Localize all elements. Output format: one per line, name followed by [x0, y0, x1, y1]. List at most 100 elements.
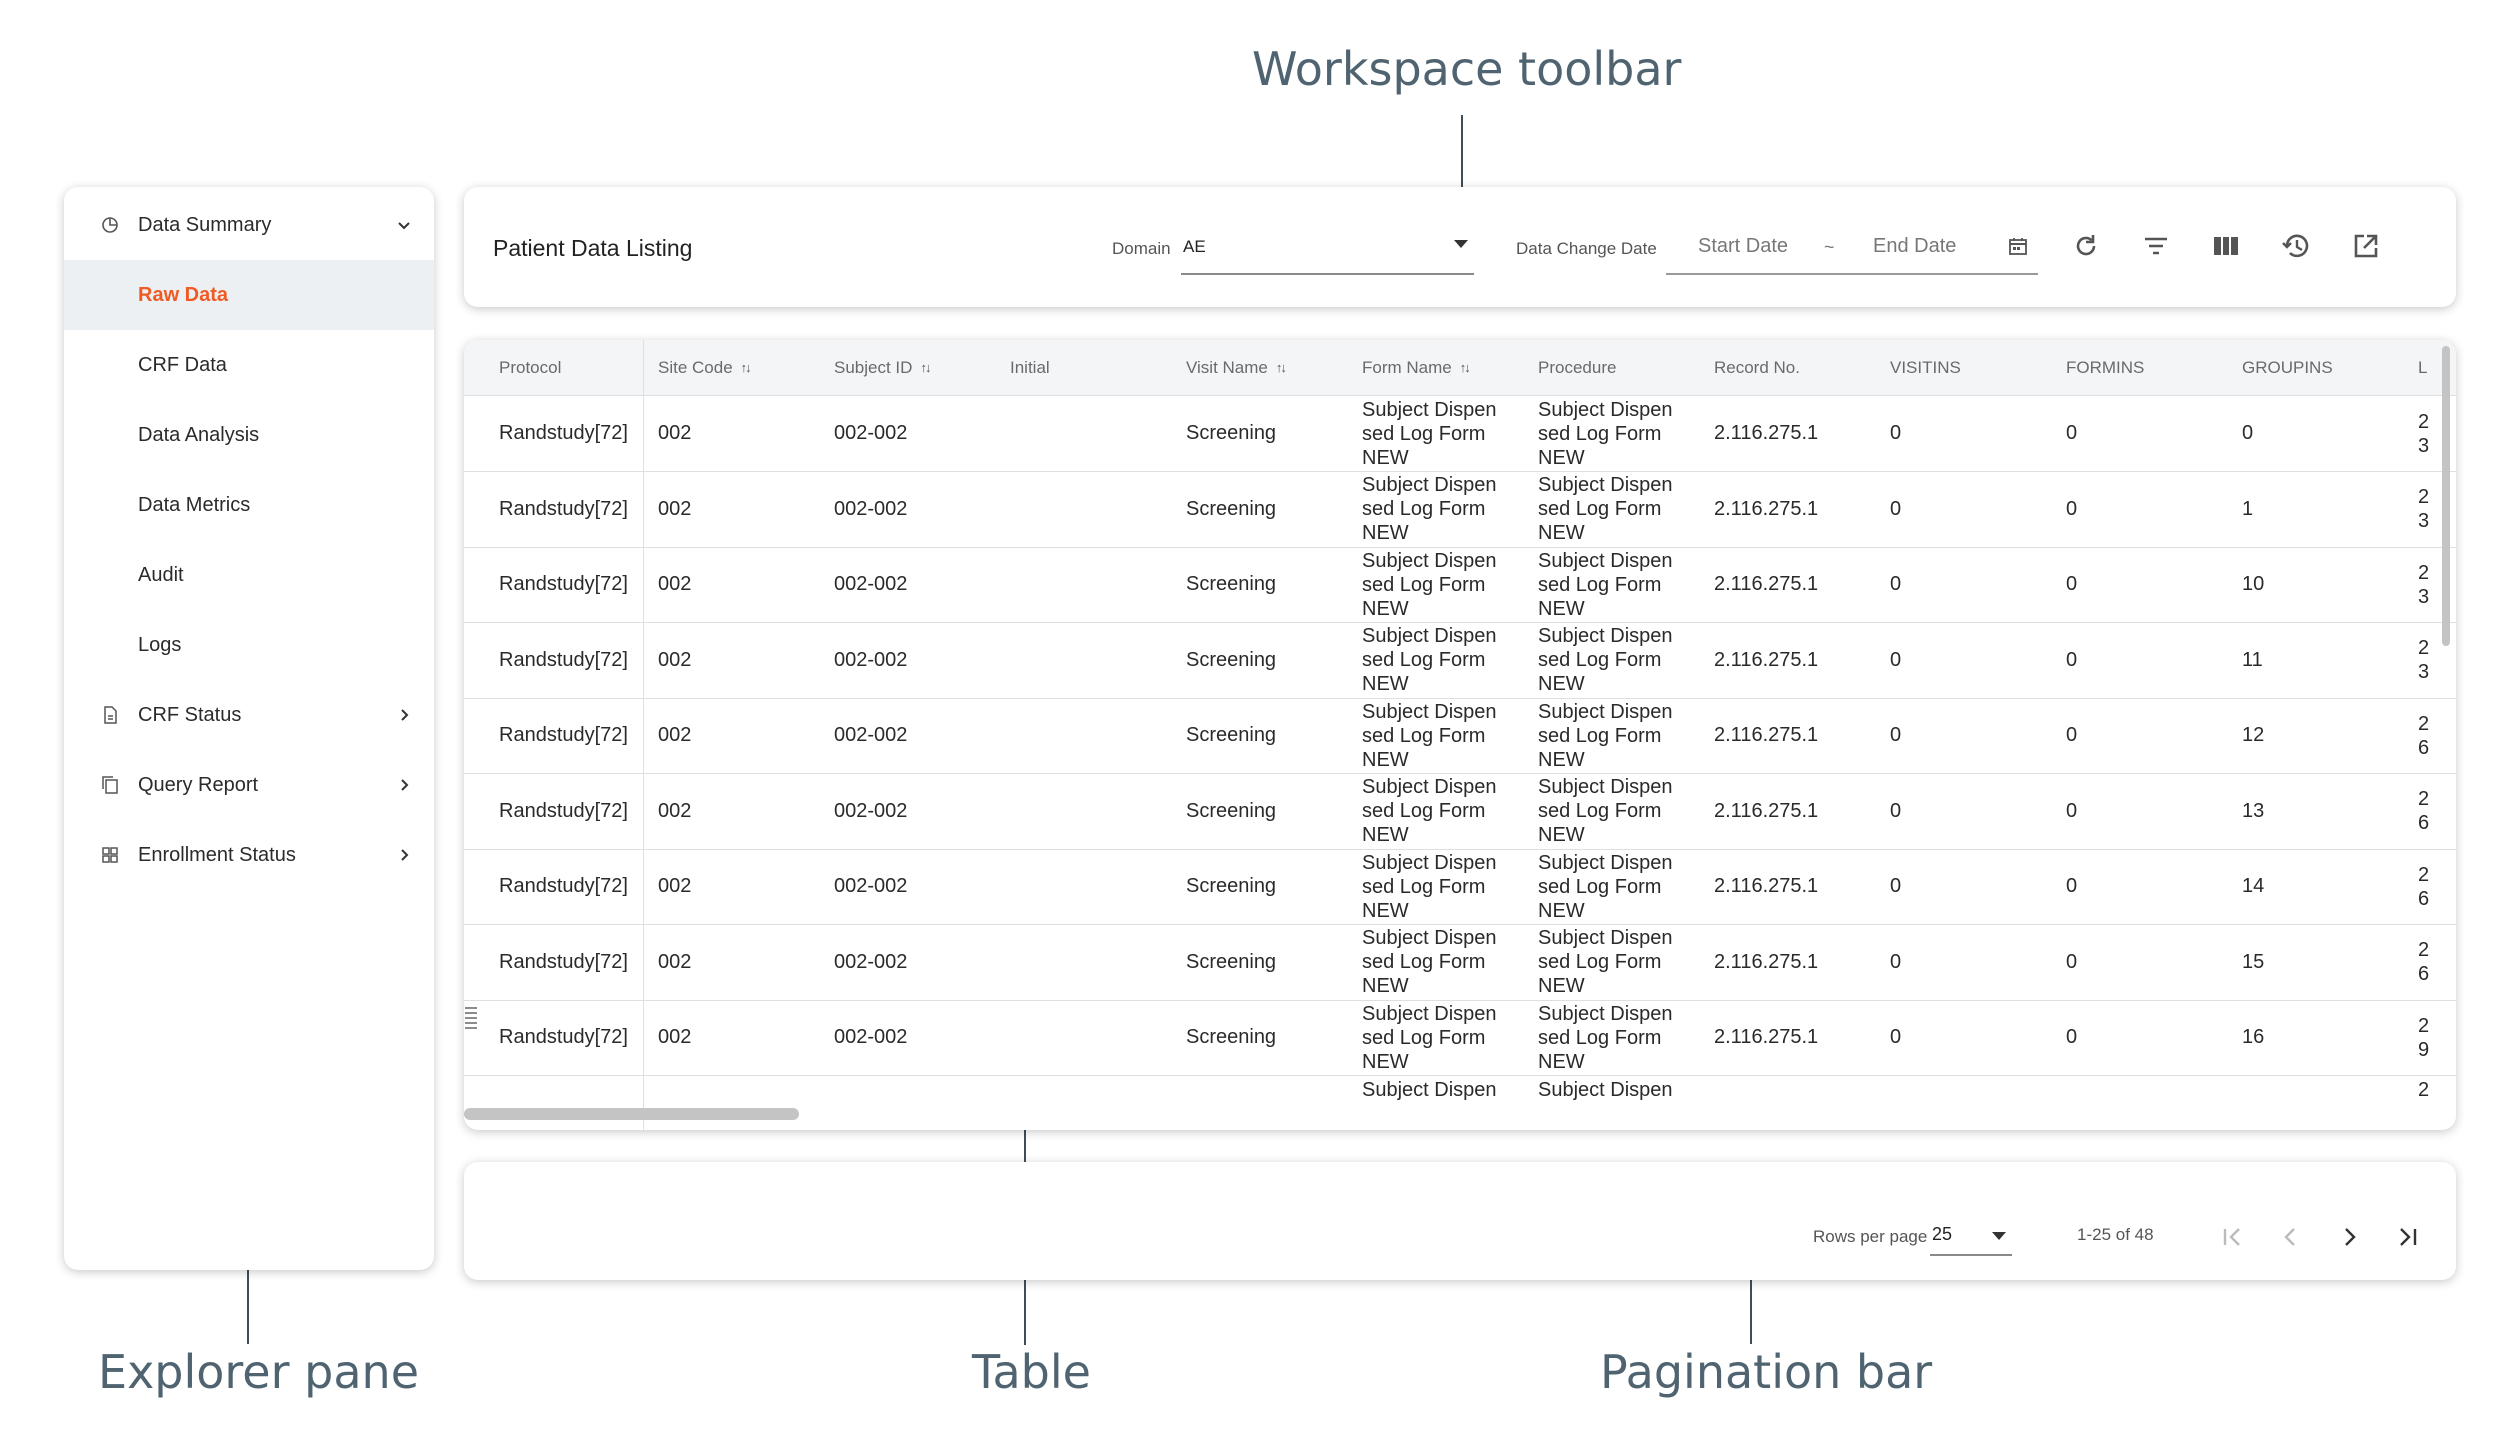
table-cell-groupins: 10 [2242, 573, 2265, 595]
refresh-icon[interactable] [2071, 231, 2101, 261]
table-cell-record: 2.116.275.1 [1714, 724, 1819, 746]
table-cell-visitins: 0 [1890, 573, 1902, 595]
column-header-protocol[interactable]: Protocol [499, 340, 561, 395]
table-cell-groupins: 11 [2242, 648, 2263, 671]
table-row[interactable]: Randstudy[72] 002 002-002 Screening Subject … [464, 623, 2456, 699]
table-row[interactable]: Randstudy[72] 002 002-002 Screening Subject … [464, 396, 2456, 472]
table-cell-last: 2 6 [2418, 939, 2430, 985]
nav-label: Query Report [138, 773, 259, 796]
nav-crf-status[interactable]: CRF Status [64, 680, 434, 750]
table-cell-last: 2 6 [2418, 788, 2430, 834]
column-header-visitins[interactable]: VISITINS [1890, 340, 1961, 395]
nav-logs[interactable]: Logs [64, 610, 434, 680]
nav-query-report[interactable]: Query Report [64, 750, 434, 820]
history-icon[interactable] [2281, 231, 2311, 261]
table-cell-subject: 002-002 [834, 497, 908, 520]
table-cell-record: 2.116.275.1 [1714, 799, 1819, 822]
data-change-date-label: Data Change Date [1516, 239, 1657, 258]
table-cell-protocol: Randstudy[72] [499, 724, 628, 746]
columns-icon[interactable] [2211, 231, 2241, 261]
column-header-truncated[interactable]: L [2418, 340, 2430, 395]
callout-pagination-bar: Pagination bar [1600, 1345, 1933, 1399]
callout-table: Table [972, 1345, 1091, 1399]
nav-label: Data Metrics [138, 493, 251, 516]
domain-select[interactable]: AE [1181, 217, 1474, 275]
nav-data-analysis[interactable]: Data Analysis [64, 400, 434, 470]
sort-icon[interactable]: ↑↓ [741, 360, 752, 375]
table-cell-formins: 0 [2066, 799, 2078, 822]
table-cell-record: 2.116.275.1 [1714, 497, 1819, 520]
table-cell-protocol: Randstudy[72] [499, 573, 628, 595]
prev-page-icon[interactable] [2275, 1221, 2307, 1253]
table-row[interactable]: Randstudy[72] 002 002-002 Screening Subject … [464, 472, 2456, 548]
table-cell-protocol: Randstudy[72] [499, 875, 628, 897]
next-page-icon[interactable] [2333, 1221, 2365, 1253]
filter-icon[interactable] [2141, 231, 2171, 261]
calendar-icon[interactable] [2007, 235, 2029, 257]
table-cell-procedure: Subject Dispen sed Log Form NEW [1538, 625, 1673, 695]
nav-label: Enrollment Status [138, 843, 296, 866]
nav-label: CRF Status [138, 703, 242, 726]
column-header-record-no[interactable]: Record No. [1714, 340, 1800, 395]
table-cell-groupins: 15 [2242, 950, 2265, 973]
first-page-icon[interactable] [2217, 1221, 2249, 1253]
rows-per-page-select[interactable]: 25 [1930, 1220, 2012, 1256]
table-cell-site: 002 [658, 573, 692, 595]
table-row[interactable]: Randstudy[72] 002 002-002 Screening Subject … [464, 547, 2456, 623]
table-cell-form: Subject Dispen sed Log Form NEW [1362, 927, 1497, 997]
column-header-label: Site Code [658, 357, 733, 377]
pie-chart-icon [100, 215, 120, 235]
table-row[interactable]: Randstudy[72] 002 002-002 Screening Subject … [464, 1000, 2456, 1076]
horizontal-scrollbar[interactable] [464, 1108, 799, 1120]
export-icon[interactable] [2351, 231, 2381, 261]
table-cell-subject: 002-002 [834, 1026, 908, 1048]
sort-icon[interactable]: ↑↓ [1460, 360, 1471, 375]
nav-label: CRF Data [138, 353, 227, 376]
sort-icon[interactable]: ↑↓ [920, 360, 931, 375]
nav-label: Data Summary [138, 213, 272, 236]
nav-label: Raw Data [138, 283, 229, 306]
nav-crf-data[interactable]: CRF Data [64, 330, 434, 400]
nav-data-summary[interactable]: Data Summary [64, 190, 434, 260]
table-cell-procedure: Subject Dispen sed Log Form NEW [1538, 927, 1673, 997]
table-cell-form: Subject Dispen sed Log Form NEW [1362, 776, 1497, 846]
start-date-input[interactable]: Start Date [1698, 235, 1788, 258]
table-row[interactable]: Randstudy[72] 002 002-002 Screening Subject … [464, 849, 2456, 925]
table-cell-groupins: 16 [2242, 1026, 2265, 1048]
column-header-initial[interactable]: Initial [1010, 340, 1050, 395]
vertical-scrollbar[interactable] [2442, 346, 2450, 646]
column-header-label: VISITINS [1890, 357, 1961, 377]
nav-data-metrics[interactable]: Data Metrics [64, 470, 434, 540]
table-row[interactable]: Randstudy[72] 002 002-002 Screening Subject … [464, 698, 2456, 774]
nav-audit[interactable]: Audit [64, 540, 434, 610]
date-range-input[interactable]: Start Date ~ End Date [1666, 217, 2038, 275]
column-header-subject-id[interactable]: Subject ID ↑↓ [834, 340, 931, 395]
grid-icon [100, 845, 120, 865]
table-cell-form: Subject Dispen sed Log Form NEW [1362, 549, 1497, 620]
table-row[interactable]: Subject Dispen Subject Dispen 2 [464, 1076, 2456, 1131]
column-header-site-code[interactable]: Site Code ↑↓ [658, 340, 752, 395]
table-cell-form: Subject Dispen [1362, 1078, 1497, 1101]
end-date-input[interactable]: End Date [1873, 235, 1956, 258]
table-cell-visit: Screening [1186, 648, 1277, 671]
table-cell-record: 2.116.275.1 [1714, 422, 1819, 444]
column-header-form-name[interactable]: Form Name ↑↓ [1362, 340, 1471, 395]
nav-enrollment-status[interactable]: Enrollment Status [64, 820, 434, 890]
table-cell-record: 2.116.275.1 [1714, 950, 1819, 973]
column-header-groupins[interactable]: GROUPINS [2242, 340, 2333, 395]
table-row[interactable]: Randstudy[72] 002 002-002 Screening Subject … [464, 925, 2456, 1001]
table-cell-site: 002 [658, 648, 692, 671]
column-header-formins[interactable]: FORMINS [2066, 340, 2144, 395]
table-cell-last: 2 6 [2418, 863, 2430, 910]
explorer-pane: Data Summary Raw Data CRF Data Data Anal… [64, 187, 434, 1270]
table-cell-form: Subject Dispen sed Log Form NEW [1362, 1002, 1497, 1073]
last-page-icon[interactable] [2391, 1221, 2423, 1253]
nav-raw-data[interactable]: Raw Data [64, 260, 434, 330]
drag-handle-icon[interactable] [464, 1005, 478, 1031]
table-row[interactable]: Randstudy[72] 002 002-002 Screening Subject … [464, 774, 2456, 850]
column-header-visit-name[interactable]: Visit Name ↑↓ [1186, 340, 1287, 395]
sort-icon[interactable]: ↑↓ [1276, 360, 1287, 375]
workspace-toolbar: Patient Data Listing Domain AE Data Chan… [464, 187, 2456, 307]
column-header-procedure[interactable]: Procedure [1538, 340, 1616, 395]
table-cell-site: 002 [658, 799, 692, 822]
